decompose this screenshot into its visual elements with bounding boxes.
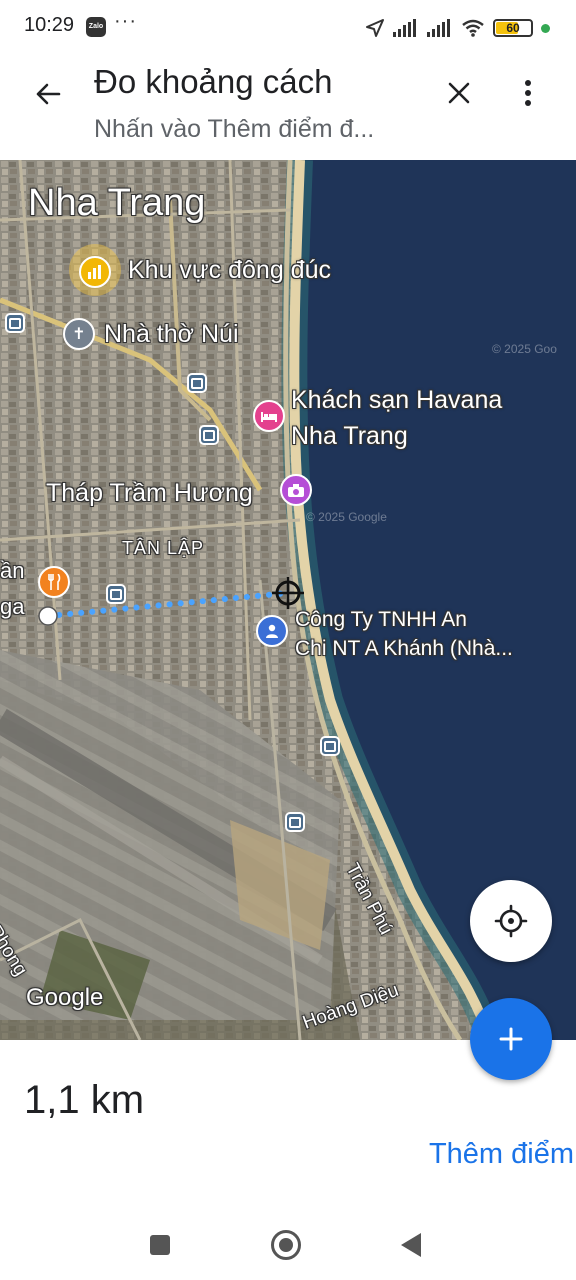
wifi-icon <box>462 19 484 37</box>
bus-stop-icon[interactable] <box>187 373 207 393</box>
company-label-line2[interactable]: Chi NT A Khánh (Nhà... <box>295 637 513 661</box>
map-watermark: © 2025 Google <box>306 510 387 524</box>
city-label: Nha Trang <box>28 182 206 224</box>
add-point-button[interactable]: Thêm điểm <box>429 1138 574 1171</box>
crowded-area-icon[interactable] <box>79 256 111 288</box>
arrow-left-icon <box>36 83 61 105</box>
status-icons: 60 <box>365 16 550 40</box>
camera-icon <box>288 483 304 497</box>
page-title: Đo khoảng cách <box>94 63 333 100</box>
status-time: 10:29 <box>24 14 75 36</box>
district-label: TÂN LẬP <box>122 538 205 558</box>
app-header: Đo khoảng cách Nhấn vào Thêm điểm đ... <box>0 56 576 160</box>
tourist-attraction-icon[interactable] <box>280 474 312 506</box>
hotel-label-line1[interactable]: Khách sạn Havana <box>291 386 502 415</box>
add-point-fab[interactable] <box>470 998 552 1080</box>
back-button[interactable] <box>26 72 70 116</box>
plus-icon <box>499 1027 523 1051</box>
more-vert-icon <box>525 80 531 106</box>
charging-dot-icon <box>541 23 550 33</box>
signal-icon <box>393 19 416 37</box>
nav-back-button[interactable] <box>401 1233 421 1257</box>
person-icon <box>266 624 278 638</box>
map-copyright: © 2025 Goo <box>492 342 557 356</box>
my-location-button[interactable] <box>470 880 552 962</box>
church-icon[interactable]: ✝ <box>63 318 95 350</box>
location-arrow-icon <box>366 19 384 37</box>
company-icon[interactable] <box>256 615 288 647</box>
company-label-line1[interactable]: Công Ty TNHH An <box>295 608 467 632</box>
measured-distance: 1,1 km <box>24 1078 145 1122</box>
battery-level: 60 <box>506 21 520 35</box>
signal-icon-2 <box>427 19 450 37</box>
crowded-area-label[interactable]: Khu vực đông đúc <box>128 256 331 285</box>
bus-stop-icon[interactable] <box>320 736 340 756</box>
more-options-button[interactable] <box>508 70 548 116</box>
close-button[interactable] <box>436 70 482 116</box>
church-label[interactable]: Nhà thờ Núi <box>104 320 239 349</box>
my-location-icon <box>494 904 528 938</box>
hotel-label-line2[interactable]: Nha Trang <box>291 422 408 451</box>
zalo-notification-icon: Zalo <box>86 17 106 37</box>
hotel-icon[interactable] <box>253 400 285 432</box>
restaurant-icon[interactable] <box>38 566 70 598</box>
bar-chart-icon <box>88 265 101 279</box>
home-button[interactable] <box>271 1230 301 1260</box>
close-icon <box>448 82 470 104</box>
tower-label[interactable]: Tháp Trầm Hương <box>46 479 253 508</box>
bus-stop-icon[interactable] <box>106 584 126 604</box>
bus-stop-icon[interactable] <box>199 425 219 445</box>
fork-knife-icon <box>48 574 61 590</box>
status-bar: 10:29 Zalo ··· 60 <box>0 0 576 56</box>
recents-button[interactable] <box>150 1235 170 1255</box>
more-notifications-icon: ··· <box>114 10 137 32</box>
left-partial-label-1: ần <box>0 558 25 583</box>
google-attribution: Google <box>26 984 104 1011</box>
bus-stop-icon[interactable] <box>285 812 305 832</box>
bed-icon <box>261 412 277 422</box>
page-subtitle: Nhấn vào Thêm điểm đ... <box>94 115 375 143</box>
bus-stop-icon[interactable] <box>5 313 25 333</box>
left-partial-label-2: ga <box>0 594 25 619</box>
battery-icon: 60 <box>493 19 533 37</box>
